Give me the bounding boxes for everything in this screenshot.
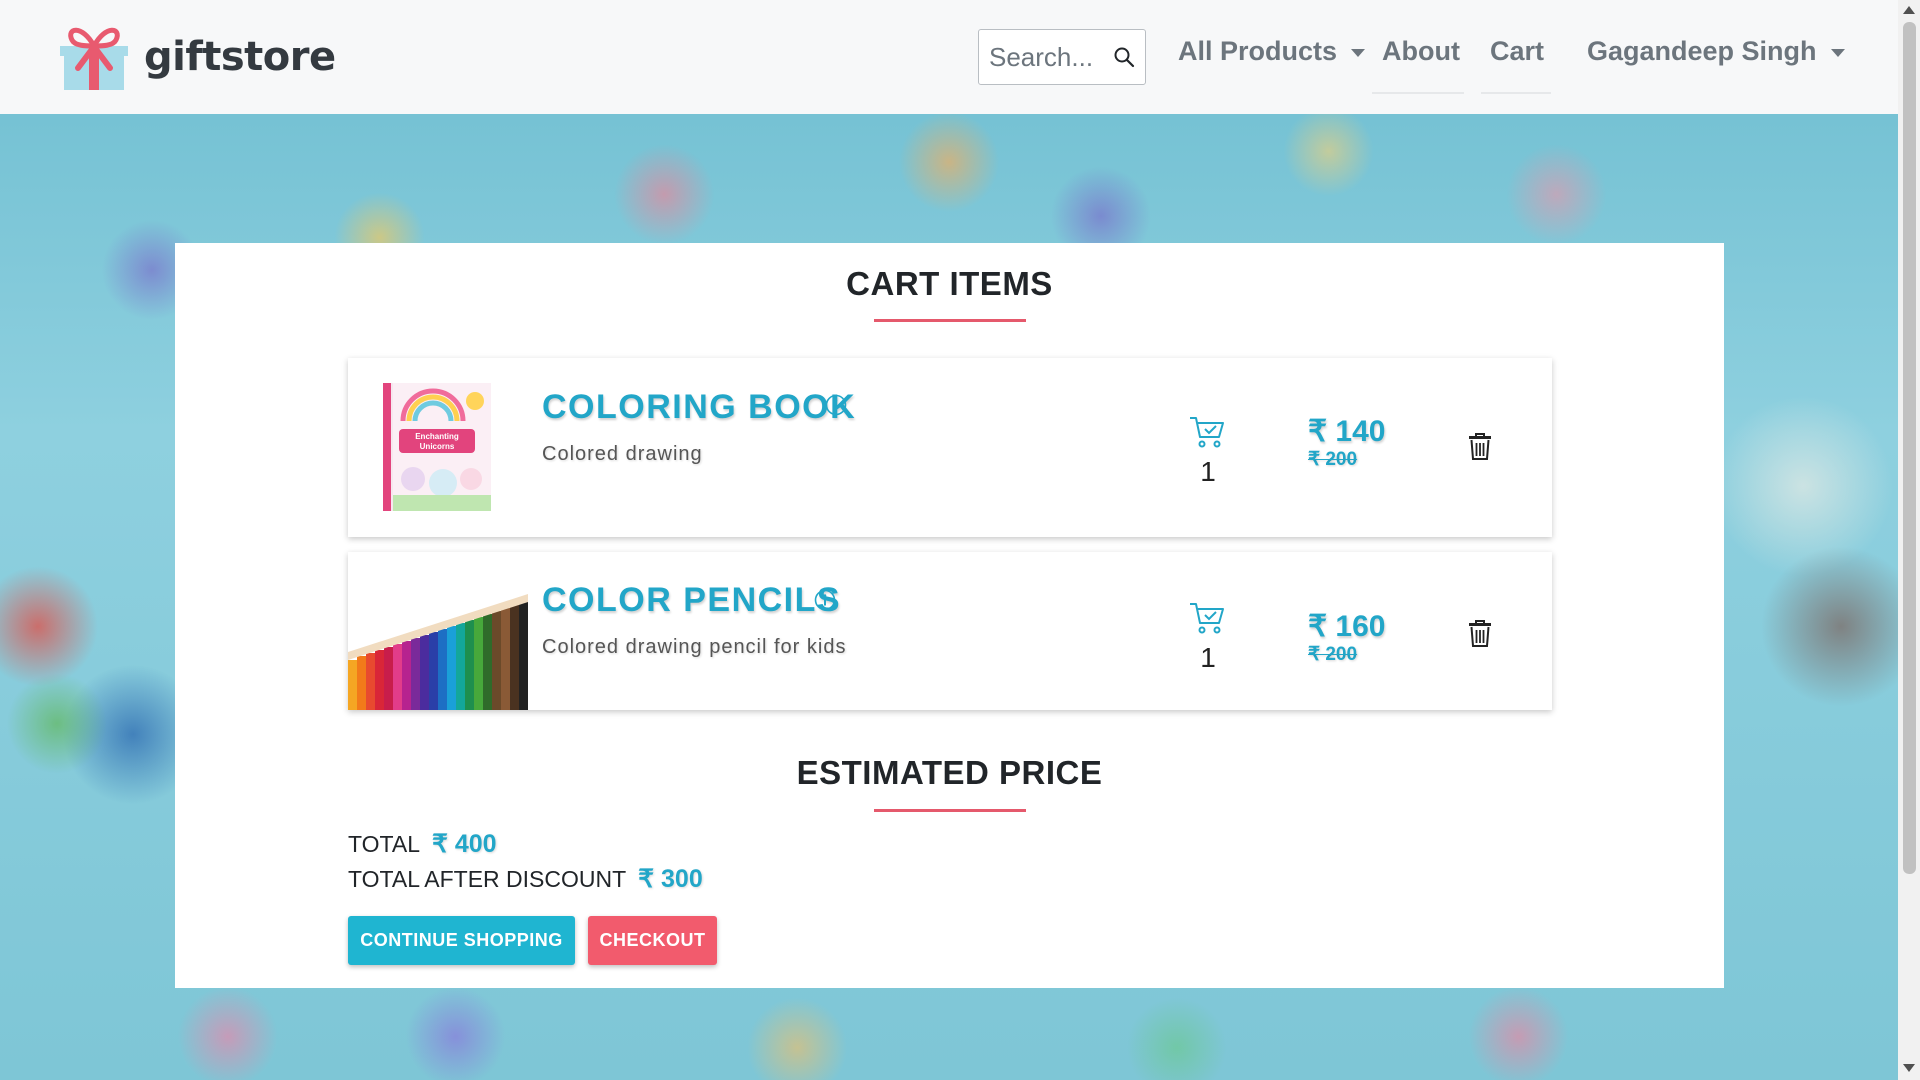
item-price: ₹ 140 — [1308, 415, 1386, 448]
color-pencils-thumbnail[interactable] — [348, 552, 528, 710]
search-box — [978, 29, 1146, 85]
item-original-price: ₹ 200 — [1308, 644, 1358, 665]
item-quantity: 1 — [1200, 642, 1216, 673]
search-input[interactable] — [989, 41, 1105, 73]
total-label: TOTAL — [348, 831, 420, 857]
chevron-down-icon — [1351, 48, 1366, 57]
estimated-price-title: ESTIMATED PRICE — [796, 754, 1103, 791]
scroll-down-arrow-icon[interactable] — [1903, 1064, 1915, 1072]
scroll-up-arrow-icon[interactable] — [1903, 6, 1915, 14]
cart-card: CART ITEMS Enchanting Unicorns COLORING … — [175, 243, 1724, 988]
item-original-price: ₹ 200 — [1308, 449, 1358, 470]
nav-about-underline — [1372, 92, 1464, 94]
cart-check-icon — [1189, 415, 1225, 449]
total-value: ₹ 400 — [432, 830, 497, 858]
info-icon[interactable] — [814, 589, 836, 611]
discount-total-value: ₹ 300 — [638, 865, 703, 893]
nav-user-label: Gagandeep Singh — [1587, 36, 1817, 66]
nav-cart-underline — [1481, 92, 1551, 94]
nav-all-products-dropdown[interactable]: All Products — [1178, 36, 1366, 67]
coloring-book-thumbnail[interactable]: Enchanting Unicorns — [383, 383, 491, 511]
continue-shopping-button[interactable]: CONTINUE SHOPPING — [348, 916, 575, 965]
title-underline — [874, 319, 1026, 322]
gift-logo-icon — [60, 22, 128, 92]
item-description: Colored drawing pencil for kids — [542, 636, 847, 658]
cart-check-icon — [1189, 601, 1225, 635]
discount-total-row: TOTAL AFTER DISCOUNT ₹ 300 — [348, 864, 703, 894]
navbar: giftstore All Products About Cart Gagand… — [0, 0, 1898, 114]
checkout-button[interactable]: CHECKOUT — [588, 916, 717, 965]
info-icon[interactable] — [825, 394, 847, 416]
item-price: ₹ 160 — [1308, 610, 1386, 643]
nav-user-dropdown[interactable]: Gagandeep Singh — [1587, 36, 1845, 67]
brand-link[interactable]: giftstore — [60, 22, 336, 92]
title-underline — [874, 809, 1026, 812]
cart-items-title: CART ITEMS — [846, 265, 1053, 302]
item-description: Colored drawing — [542, 443, 703, 465]
nav-all-products-label: All Products — [1178, 36, 1338, 66]
item-quantity: 1 — [1200, 456, 1216, 487]
thumb-title-line2: Unicorns — [420, 442, 455, 451]
cart-item: COLOR PENCILS Colored drawing pencil for… — [348, 552, 1552, 710]
total-row: TOTAL ₹ 400 — [348, 829, 497, 859]
trash-icon[interactable] — [1468, 433, 1492, 461]
item-name[interactable]: COLOR PENCILS — [542, 581, 841, 620]
cart-item: Enchanting Unicorns COLORING BOOK Colore… — [348, 358, 1552, 537]
chevron-down-icon — [1830, 48, 1845, 57]
item-name[interactable]: COLORING BOOK — [542, 388, 856, 427]
brand-name: giftstore — [144, 34, 336, 80]
thumb-title-line1: Enchanting — [415, 432, 459, 441]
search-icon[interactable] — [1113, 46, 1135, 68]
nav-cart[interactable]: Cart — [1490, 36, 1544, 67]
discount-total-label: TOTAL AFTER DISCOUNT — [348, 866, 627, 892]
trash-icon[interactable] — [1468, 620, 1492, 648]
nav-about[interactable]: About — [1382, 36, 1460, 67]
scrollbar-thumb[interactable] — [1903, 22, 1916, 874]
